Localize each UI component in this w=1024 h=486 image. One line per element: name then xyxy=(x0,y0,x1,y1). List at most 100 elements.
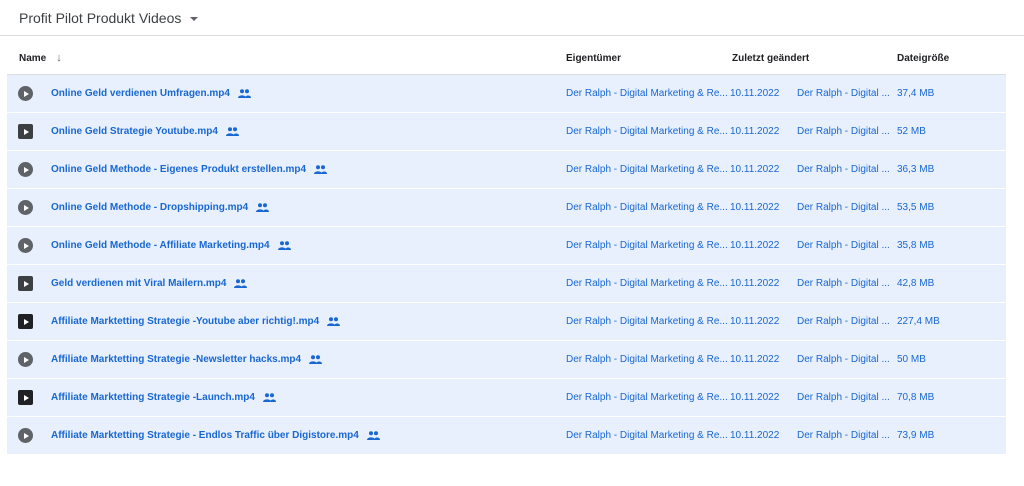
caret-down-icon xyxy=(190,16,199,21)
file-name: Online Geld Methode - Affiliate Marketin… xyxy=(51,240,270,251)
file-name-cell: Affiliate Marktetting Strategie -Launch.… xyxy=(7,390,559,405)
modified-by-cell: Der Ralph - Digital ... xyxy=(797,202,890,213)
modified-date-cell: 10.11.2022 xyxy=(730,316,780,327)
modified-date-cell: 10.11.2022 xyxy=(730,278,780,289)
file-name-cell: Online Geld Methode - Eigenes Produkt er… xyxy=(7,162,559,177)
modified-date-cell: 10.11.2022 xyxy=(730,126,780,137)
modified-by-cell: Der Ralph - Digital ... xyxy=(797,88,890,99)
file-size-cell: 42,8 MB xyxy=(897,278,935,289)
modified-by-cell: Der Ralph - Digital ... xyxy=(797,278,890,289)
file-row[interactable]: Online Geld Strategie Youtube.mp4 Der Ra… xyxy=(7,113,1006,151)
owner-cell: Der Ralph - Digital Marketing & Re... xyxy=(566,354,728,365)
file-size-cell: 52 MB xyxy=(897,126,926,137)
file-name: Affiliate Marktetting Strategie -Newslet… xyxy=(51,354,302,365)
owner-cell: Der Ralph - Digital Marketing & Re... xyxy=(566,278,728,289)
video-circle-icon xyxy=(18,162,33,177)
list-header: Name ↓ Eigentümer Zuletzt geändert Datei… xyxy=(7,42,1006,75)
owner-cell: Der Ralph - Digital Marketing & Re... xyxy=(566,240,728,251)
file-size-cell: 37,4 MB xyxy=(897,88,935,99)
modified-date-cell: 10.11.2022 xyxy=(730,430,780,441)
modified-date-cell: 10.11.2022 xyxy=(730,240,780,251)
video-circle-icon xyxy=(18,200,33,215)
file-row[interactable]: Online Geld Methode - Eigenes Produkt er… xyxy=(7,151,1006,189)
file-name: Online Geld verdienen Umfragen.mp4 xyxy=(51,88,230,99)
size-column-header[interactable]: Dateigröße xyxy=(891,53,991,64)
file-size-cell: 227,4 MB xyxy=(897,316,940,327)
file-row[interactable]: Online Geld verdienen Umfragen.mp4 Der R… xyxy=(7,75,1006,113)
modified-by-cell: Der Ralph - Digital ... xyxy=(797,354,890,365)
owner-cell: Der Ralph - Digital Marketing & Re... xyxy=(566,202,728,213)
file-size-cell: 73,9 MB xyxy=(897,430,935,441)
file-name: Online Geld Methode - Eigenes Produkt er… xyxy=(51,164,307,175)
file-name-cell: Affiliate Marktetting Strategie - Endlos… xyxy=(7,428,559,443)
owner-cell: Der Ralph - Digital Marketing & Re... xyxy=(566,126,728,137)
modified-date-cell: 10.11.2022 xyxy=(730,88,780,99)
modified-by-cell: Der Ralph - Digital ... xyxy=(797,126,890,137)
shared-people-icon xyxy=(309,355,323,364)
owner-column-header[interactable]: Eigentümer xyxy=(559,53,730,64)
file-row[interactable]: Affiliate Marktetting Strategie - Endlos… xyxy=(7,417,1006,455)
file-name-cell: Affiliate Marktetting Strategie -Newslet… xyxy=(7,352,559,367)
modified-date-cell: 10.11.2022 xyxy=(730,354,780,365)
shared-people-icon xyxy=(234,279,248,288)
folder-title: Profit Pilot Produkt Videos xyxy=(19,9,182,26)
owner-cell: Der Ralph - Digital Marketing & Re... xyxy=(566,88,728,99)
modified-by-cell: Der Ralph - Digital ... xyxy=(797,430,890,441)
shared-people-icon xyxy=(366,431,380,440)
video-thumb-icon xyxy=(18,314,33,329)
file-size-cell: 53,5 MB xyxy=(897,202,935,213)
name-column-header[interactable]: Name ↓ xyxy=(7,52,559,64)
file-name: Online Geld Strategie Youtube.mp4 xyxy=(51,126,218,137)
shared-people-icon xyxy=(262,393,276,402)
owner-cell: Der Ralph - Digital Marketing & Re... xyxy=(566,316,728,327)
file-size-cell: 35,8 MB xyxy=(897,240,935,251)
file-name: Affiliate Marktetting Strategie -Youtube… xyxy=(51,316,320,327)
file-name-cell: Geld verdienen mit Viral Mailern.mp4 xyxy=(7,276,559,291)
file-name-cell: Online Geld Methode - Affiliate Marketin… xyxy=(7,238,559,253)
video-circle-icon xyxy=(18,428,33,443)
owner-cell: Der Ralph - Digital Marketing & Re... xyxy=(566,164,728,175)
file-name: Affiliate Marktetting Strategie - Endlos… xyxy=(51,430,359,441)
file-name: Online Geld Methode - Dropshipping.mp4 xyxy=(51,202,249,213)
file-name: Geld verdienen mit Viral Mailern.mp4 xyxy=(51,278,227,289)
top-bar: Profit Pilot Produkt Videos xyxy=(0,0,1024,36)
video-thumb-icon xyxy=(18,276,33,291)
shared-people-icon xyxy=(225,127,239,136)
file-row[interactable]: Affiliate Marktetting Strategie -Newslet… xyxy=(7,341,1006,379)
file-row[interactable]: Geld verdienen mit Viral Mailern.mp4 Der… xyxy=(7,265,1006,303)
video-thumb-icon xyxy=(18,390,33,405)
file-name-cell: Online Geld Methode - Dropshipping.mp4 xyxy=(7,200,559,215)
shared-people-icon xyxy=(314,165,328,174)
sort-arrow-down-icon[interactable]: ↓ xyxy=(56,52,62,64)
file-size-cell: 36,3 MB xyxy=(897,164,935,175)
shared-people-icon xyxy=(327,317,341,326)
modified-date-cell: 10.11.2022 xyxy=(730,392,780,403)
owner-cell: Der Ralph - Digital Marketing & Re... xyxy=(566,392,728,403)
video-circle-icon xyxy=(18,86,33,101)
file-name-cell: Online Geld Strategie Youtube.mp4 xyxy=(7,124,559,139)
modified-date-cell: 10.11.2022 xyxy=(730,202,780,213)
file-list: Name ↓ Eigentümer Zuletzt geändert Datei… xyxy=(7,42,1006,455)
modified-by-cell: Der Ralph - Digital ... xyxy=(797,316,890,327)
owner-cell: Der Ralph - Digital Marketing & Re... xyxy=(566,430,728,441)
modified-date-cell: 10.11.2022 xyxy=(730,164,780,175)
video-circle-icon xyxy=(18,238,33,253)
video-thumb-icon xyxy=(18,124,33,139)
shared-people-icon xyxy=(277,241,291,250)
modified-column-header[interactable]: Zuletzt geändert xyxy=(730,53,891,64)
name-header-label: Name xyxy=(19,52,47,64)
file-rows: Online Geld verdienen Umfragen.mp4 Der R… xyxy=(7,75,1006,455)
file-name-cell: Affiliate Marktetting Strategie -Youtube… xyxy=(7,314,559,329)
folder-title-dropdown[interactable]: Profit Pilot Produkt Videos xyxy=(19,9,199,26)
modified-by-cell: Der Ralph - Digital ... xyxy=(797,164,890,175)
shared-people-icon xyxy=(237,89,251,98)
file-row[interactable]: Online Geld Methode - Affiliate Marketin… xyxy=(7,227,1006,265)
file-size-cell: 50 MB xyxy=(897,354,926,365)
file-row[interactable]: Affiliate Marktetting Strategie -Youtube… xyxy=(7,303,1006,341)
file-size-cell: 70,8 MB xyxy=(897,392,935,403)
file-name-cell: Online Geld verdienen Umfragen.mp4 xyxy=(7,86,559,101)
file-row[interactable]: Online Geld Methode - Dropshipping.mp4 D… xyxy=(7,189,1006,227)
video-circle-icon xyxy=(18,352,33,367)
file-name: Affiliate Marktetting Strategie -Launch.… xyxy=(51,392,255,403)
file-row[interactable]: Affiliate Marktetting Strategie -Launch.… xyxy=(7,379,1006,417)
